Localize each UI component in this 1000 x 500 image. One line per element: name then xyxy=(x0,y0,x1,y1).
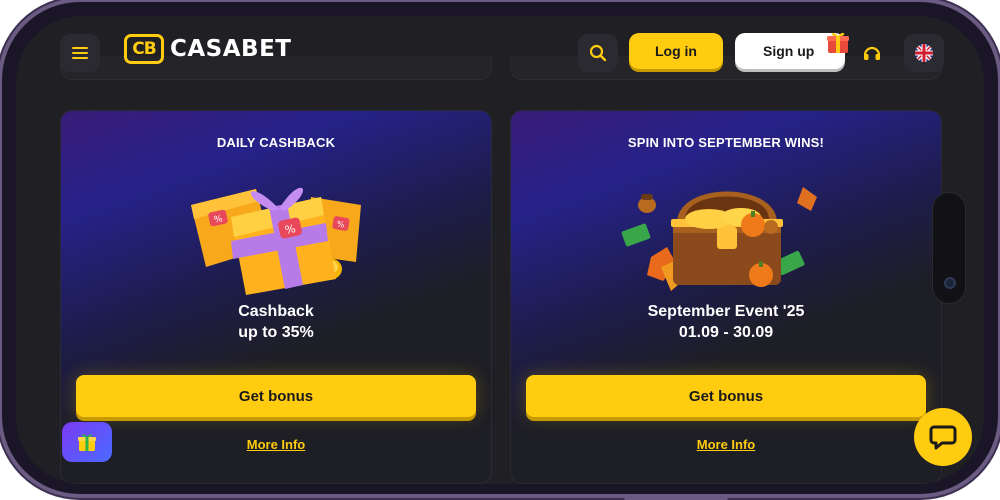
camera-lens xyxy=(944,277,956,289)
phone-frame: CB CASABET Log in Sign up DAILY CASHBACK… xyxy=(2,0,998,500)
more-info-link[interactable]: More Info xyxy=(61,437,491,452)
gift-icon xyxy=(78,434,96,451)
treasure-chest-illustration xyxy=(621,187,817,291)
card-description: Cashback up to 35% xyxy=(61,301,491,343)
uk-flag-icon xyxy=(915,44,933,62)
card-description: September Event '25 01.09 - 30.09 xyxy=(511,301,941,343)
get-bonus-button[interactable]: Get bonus xyxy=(76,375,476,417)
support-button[interactable] xyxy=(852,34,892,72)
gift-icon xyxy=(827,32,849,53)
card-line-2: 01.09 - 30.09 xyxy=(678,324,774,341)
chat-button[interactable] xyxy=(914,408,972,466)
screen: CB CASABET Log in Sign up DAILY CASHBACK… xyxy=(16,16,984,484)
floating-gift-button[interactable] xyxy=(62,422,112,462)
logo-text: CASABET xyxy=(170,36,292,62)
hamburger-icon xyxy=(72,44,88,62)
get-bonus-button[interactable]: Get bonus xyxy=(526,375,926,417)
gift-boxes-illustration: % % % xyxy=(191,187,361,295)
card-line-1: Cashback xyxy=(238,303,314,320)
card-title: DAILY CASHBACK xyxy=(216,135,336,150)
card-line-2: up to 35% xyxy=(238,324,314,341)
chat-bubble-icon xyxy=(929,425,957,450)
login-button[interactable]: Log in xyxy=(629,33,723,69)
volume-button xyxy=(694,0,766,1)
power-button xyxy=(832,0,878,1)
promo-card-cashback: DAILY CASHBACK % % % Cashback up to 35% … xyxy=(60,110,492,484)
promo-card-september: SPIN INTO SEPTEMBER WINS! September Even… xyxy=(510,110,942,484)
search-button[interactable] xyxy=(578,34,618,72)
signup-button[interactable]: Sign up xyxy=(735,32,849,69)
menu-button[interactable] xyxy=(60,34,100,72)
headset-icon xyxy=(863,46,881,60)
search-icon xyxy=(589,44,607,62)
logo[interactable]: CB CASABET xyxy=(124,34,291,64)
card-line-1: September Event '25 xyxy=(647,303,805,320)
more-info-link[interactable]: More Info xyxy=(511,437,941,452)
language-button[interactable] xyxy=(904,34,944,72)
logo-badge: CB xyxy=(124,34,164,64)
volume-button xyxy=(600,0,672,1)
camera-cutout xyxy=(932,192,966,304)
card-title: SPIN INTO SEPTEMBER WINS! xyxy=(627,135,825,150)
signup-label: Sign up xyxy=(763,43,815,59)
